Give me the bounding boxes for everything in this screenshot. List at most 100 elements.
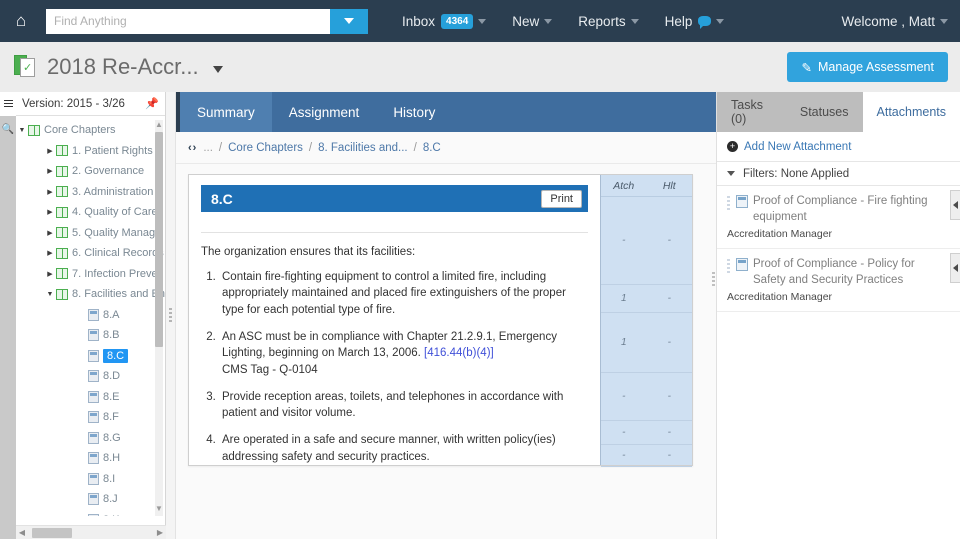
tree-scroll-down-icon[interactable]: ▼ [154,504,164,514]
tab-attachments[interactable]: Attachments [863,92,960,132]
breadcrumb-item-core-chapters[interactable]: Core Chapters [228,142,303,154]
manage-assessment-button[interactable]: ✎ Manage Assessment [787,52,948,82]
chapter-book-icon [56,268,68,279]
table-row[interactable]: -- [601,445,692,467]
filters-label: Filters: None Applied [743,168,849,180]
tab-history[interactable]: History [376,92,452,132]
search-input[interactable] [46,9,330,34]
table-row[interactable]: -- [601,197,692,285]
tree-node[interactable]: 8.I [16,469,165,490]
tab-statuses[interactable]: Statuses [786,92,863,132]
table-row[interactable]: 1- [601,313,692,373]
tree-node-label: 8.G [103,432,121,444]
tree-node-label: 8.K [103,514,120,516]
tree-node[interactable]: ▶6. Clinical Records [16,243,165,264]
attachment-expand-handle[interactable] [950,190,960,220]
tree-scroll-up-icon[interactable]: ▲ [154,120,164,130]
tree-scrollbar-thumb[interactable] [155,132,163,347]
global-search [46,9,368,34]
right-panel-splitter-grip-icon[interactable] [712,272,716,288]
nav-item-reports[interactable]: Reports [578,14,638,29]
tree-node[interactable]: ▶7. Infection Preve [16,264,165,285]
chevron-down-icon [940,19,948,24]
print-button[interactable]: Print [541,190,582,208]
breadcrumb-nav-arrows[interactable]: ‹› [188,142,197,154]
tree-node[interactable]: 8.G [16,428,165,449]
tree-node[interactable]: ▶3. Administration [16,182,165,203]
attachment-count-cell: - [601,421,647,444]
hscroll-thumb[interactable] [32,528,72,538]
standard-page-icon [88,350,99,362]
chapter-tree[interactable]: ▲ ▼ ▼ Core Chapters ▶1. Patient Rights a▶2… [16,116,165,516]
tree-node[interactable]: 8.A [16,305,165,326]
application-window: ⌂ Inbox 4364 New Reports Help [0,0,960,539]
pin-icon[interactable]: 📌 [145,97,159,110]
tab-tasks[interactable]: Tasks (0) [717,92,786,132]
attachment-item[interactable]: Proof of Compliance - Fire fighting equi… [717,186,960,249]
nav-item-help[interactable]: Help [665,14,725,29]
search-rail-button[interactable]: 🔍 [0,116,16,142]
tree-node[interactable]: ▶2. Governance [16,161,165,182]
expand-arrow-icon[interactable]: ▶ [44,229,56,237]
regulation-citation-link[interactable]: [416.44(b)(4)] [424,347,494,359]
collapse-arrow-icon[interactable]: ▼ [16,127,28,134]
tree-node[interactable]: 8.K [16,510,165,517]
attachment-owner: Accreditation Manager [727,228,944,240]
requirement-text: Are operated in a safe and secure manner… [222,434,556,463]
tree-node[interactable]: ▶1. Patient Rights a [16,141,165,162]
tree-node[interactable]: 8.E [16,387,165,408]
add-new-attachment-button[interactable]: + Add New Attachment [717,132,960,162]
collapse-arrow-icon[interactable]: ▼ [44,291,56,298]
breadcrumb-item-current[interactable]: 8.C [423,142,441,154]
menu-toggle-button[interactable] [0,92,16,116]
expand-arrow-icon[interactable]: ▶ [44,188,56,196]
tab-summary[interactable]: Summary [180,92,272,132]
tree-node[interactable]: 8.J [16,489,165,510]
tree-node[interactable]: ▼ Core Chapters [16,120,165,141]
scroll-left-icon[interactable]: ◀ [16,528,28,537]
nav-item-inbox[interactable]: Inbox 4364 [402,14,486,29]
scroll-right-icon[interactable]: ▶ [154,528,166,537]
tab-label: Statuses [800,105,849,119]
file-icon [736,195,748,208]
tree-node-label: Core Chapters [44,124,116,136]
user-menu[interactable]: Welcome , Matt [841,14,948,29]
requirement-text: Provide reception areas, toilets, and te… [222,391,563,420]
tree-node[interactable]: ▶4. Quality of Care [16,202,165,223]
breadcrumb-item-chapter[interactable]: 8. Facilities and... [318,142,407,154]
page-title-bar: ✓ 2018 Re-Accr... ✎ Manage Assessment [0,42,960,92]
tree-node[interactable]: 8.F [16,407,165,428]
table-row[interactable]: 1- [601,285,692,313]
title-dropdown-icon[interactable] [213,66,223,73]
tree-node[interactable]: 8.H [16,448,165,469]
attachment-expand-handle[interactable] [950,253,960,283]
expand-arrow-icon[interactable]: ▶ [44,270,56,278]
manage-assessment-label: Manage Assessment [818,60,934,74]
table-row[interactable]: -- [601,421,692,445]
tree-node[interactable]: 8.C [16,346,165,367]
expand-arrow-icon[interactable]: ▶ [44,249,56,257]
expand-arrow-icon[interactable]: ▶ [44,208,56,216]
sidebar-splitter[interactable] [166,92,176,539]
tree-node[interactable]: ▼8. Facilities and En [16,284,165,305]
attachment-count-cell: 1 [601,285,647,312]
drag-handle-icon[interactable] [727,194,731,212]
tree-node[interactable]: 8.B [16,325,165,346]
tree-node[interactable]: ▶5. Quality Manage [16,223,165,244]
breadcrumb-item-root[interactable]: ... [203,142,213,154]
search-dropdown-button[interactable] [330,9,368,34]
home-icon[interactable]: ⌂ [0,0,42,42]
tab-assignment[interactable]: Assignment [272,92,377,132]
tab-label: Attachments [877,105,946,119]
table-row[interactable]: -- [601,373,692,421]
expand-arrow-icon[interactable]: ▶ [44,147,56,155]
expand-arrow-icon[interactable]: ▶ [44,167,56,175]
tree-node-label: 8.B [103,329,120,341]
tree-horizontal-scrollbar[interactable]: ◀ ▶ [16,525,166,539]
tree-node[interactable]: 8.D [16,366,165,387]
attachment-item[interactable]: Proof of Compliance - Policy for Safety … [717,249,960,312]
left-icon-rail: 🔍 [0,92,16,539]
nav-item-new[interactable]: New [512,14,552,29]
filters-row[interactable]: Filters: None Applied [717,162,960,186]
drag-handle-icon[interactable] [727,257,731,275]
